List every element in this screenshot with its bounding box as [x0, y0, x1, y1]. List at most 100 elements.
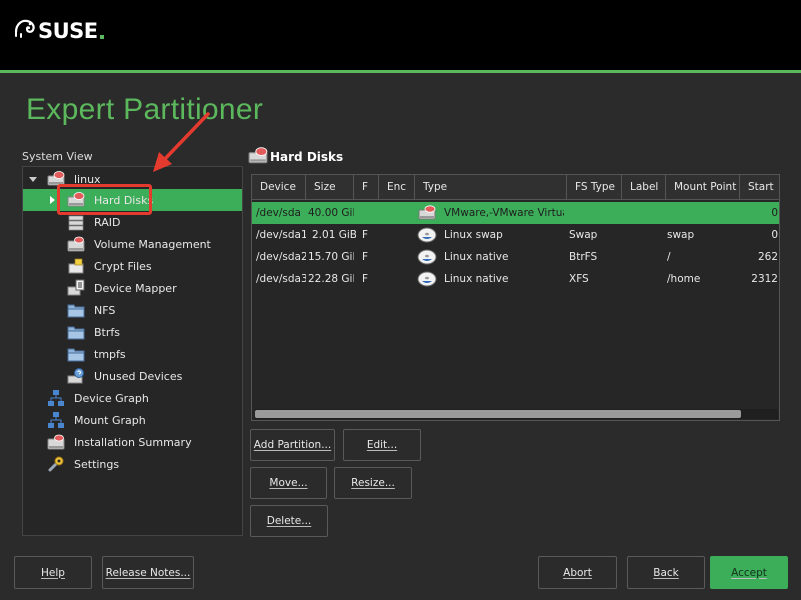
cell-fs-type: XFS	[569, 273, 589, 285]
column-header-enc[interactable]: Enc	[379, 175, 415, 200]
tree-item-label: tmpfs	[94, 347, 126, 361]
crypt-files-icon	[68, 258, 84, 274]
cell-size: 40.00 GiB	[308, 207, 354, 219]
help-button[interactable]: Help	[14, 556, 92, 589]
table-row[interactable]: /dev/sda3 22.28 GiB F Linux native XFS /…	[252, 268, 779, 290]
tree-item-label: NFS	[94, 303, 116, 317]
partition-icon	[417, 249, 437, 265]
column-header-fs-type[interactable]: FS Type	[567, 175, 622, 200]
column-header-mount-point[interactable]: Mount Point	[666, 175, 740, 200]
logo-text: SUSE	[38, 19, 98, 43]
cell-enc	[387, 246, 413, 268]
column-header-f[interactable]: F	[354, 175, 379, 200]
tree-item-label: Device Graph	[74, 391, 149, 405]
cell-mount-point	[667, 202, 737, 224]
abort-button[interactable]: Abort	[538, 556, 617, 589]
suse-logo: SUSE	[14, 18, 104, 42]
tree-item-label: Mount Graph	[74, 413, 146, 427]
column-header-start[interactable]: Start	[740, 175, 779, 200]
add-partition-button[interactable]: Add Partition...	[250, 429, 335, 461]
graph-icon	[48, 390, 64, 406]
tree-item-nfs[interactable]: NFS	[67, 299, 115, 321]
accept-button[interactable]: Accept	[710, 556, 788, 589]
tree-item-label: Crypt Files	[94, 259, 152, 273]
cell-type: Linux native	[444, 251, 509, 263]
tree-item-installation-summary[interactable]: Installation Summary	[47, 431, 192, 453]
tree-item-settings[interactable]: Settings	[47, 453, 119, 475]
table-row[interactable]: /dev/sda 40.00 GiB VMware,-VMware Virtua…	[252, 202, 779, 224]
resize-button[interactable]: Resize...	[334, 467, 412, 499]
edit-button[interactable]: Edit...	[343, 429, 421, 461]
cell-fs-type: Swap	[569, 229, 598, 241]
back-button[interactable]: Back	[627, 556, 705, 589]
tree-item-label: Settings	[74, 457, 120, 471]
cell-type: Linux swap	[444, 229, 503, 241]
system-view-tree[interactable]: linux Hard Disks RAID Volume Management …	[22, 166, 243, 536]
column-header-size[interactable]: Size	[306, 175, 354, 200]
release-notes-button[interactable]: Release Notes...	[102, 556, 194, 589]
hard-disk-icon	[418, 205, 436, 220]
tree-item-label: Installation Summary	[74, 435, 192, 449]
cell-f	[362, 202, 376, 224]
section-title: Hard Disks	[270, 150, 344, 164]
tree-item-label: Volume Management	[94, 237, 211, 251]
summary-icon	[47, 434, 65, 450]
folder-icon	[67, 304, 85, 318]
expand-toggle-icon[interactable]	[50, 196, 55, 204]
move-button[interactable]: Move...	[250, 467, 327, 499]
tree-item-device-mapper[interactable]: Device Mapper	[67, 277, 177, 299]
hard-disk-icon	[248, 147, 268, 164]
table-row[interactable]: /dev/sda1 2.01 GiB F Linux swap Swap swa…	[252, 224, 779, 246]
column-header-device[interactable]: Device	[252, 175, 306, 200]
column-header-type[interactable]: Type	[415, 175, 567, 200]
cell-enc	[387, 268, 413, 290]
annotation-arrow-icon	[153, 112, 210, 172]
partition-icon	[417, 271, 437, 287]
cell-mount-point: /home	[667, 273, 701, 285]
column-header-label[interactable]: Label	[622, 175, 666, 200]
logo-dot	[99, 35, 104, 39]
cell-start: 0	[771, 229, 778, 241]
tree-item-unused-devices[interactable]: Unused Devices	[67, 365, 182, 387]
cell-mount-point: swap	[667, 229, 695, 241]
settings-icon	[48, 456, 64, 472]
scrollbar-thumb[interactable]	[255, 410, 741, 418]
cell-device: /dev/sda3	[256, 273, 306, 285]
cell-start: 0	[771, 207, 778, 219]
tree-item-crypt-files[interactable]: Crypt Files	[67, 255, 152, 277]
graph-icon	[48, 412, 64, 428]
cell-type: VMware,-VMware Virtual S	[444, 207, 564, 219]
device-mapper-icon	[67, 279, 85, 296]
cell-enc	[387, 202, 413, 224]
cell-size: 15.70 GiB	[308, 251, 354, 263]
tree-item-label: Device Mapper	[94, 281, 177, 295]
volume-management-icon	[67, 236, 85, 252]
cell-start: 2312	[751, 273, 778, 285]
cell-label	[624, 246, 664, 268]
cell-device: /dev/sda	[256, 207, 301, 219]
tree-item-btrfs[interactable]: Btrfs	[67, 321, 120, 343]
tree-item-label: Unused Devices	[94, 369, 183, 383]
cell-size: 22.28 GiB	[308, 273, 354, 285]
tree-item-tmpfs[interactable]: tmpfs	[67, 343, 126, 365]
table-header: Device Size F Enc Type FS Type Label Mou…	[252, 175, 779, 200]
cell-device: /dev/sda2	[256, 251, 306, 263]
hard-disks-table[interactable]: Device Size F Enc Type FS Type Label Mou…	[251, 174, 780, 421]
cell-start: 262	[757, 251, 778, 263]
horizontal-scrollbar[interactable]	[255, 409, 778, 419]
cell-fs-type	[569, 202, 621, 224]
cell-size: 2.01 GiB	[312, 229, 356, 241]
chameleon-icon	[14, 19, 35, 38]
system-view-label: System View	[22, 150, 93, 163]
tree-item-device-graph[interactable]: Device Graph	[47, 387, 149, 409]
cell-enc	[387, 224, 413, 246]
delete-button[interactable]: Delete...	[250, 505, 328, 537]
tree-item-mount-graph[interactable]: Mount Graph	[47, 409, 146, 431]
header-bar: SUSE	[0, 0, 801, 70]
tree-item-label: Btrfs	[94, 325, 120, 339]
collapse-toggle-icon[interactable]	[29, 177, 37, 182]
tree-item-volume-management[interactable]: Volume Management	[67, 233, 211, 255]
table-row[interactable]: /dev/sda2 15.70 GiB F Linux native BtrFS…	[252, 246, 779, 268]
cell-f: F	[362, 251, 369, 263]
folder-icon	[67, 348, 85, 362]
